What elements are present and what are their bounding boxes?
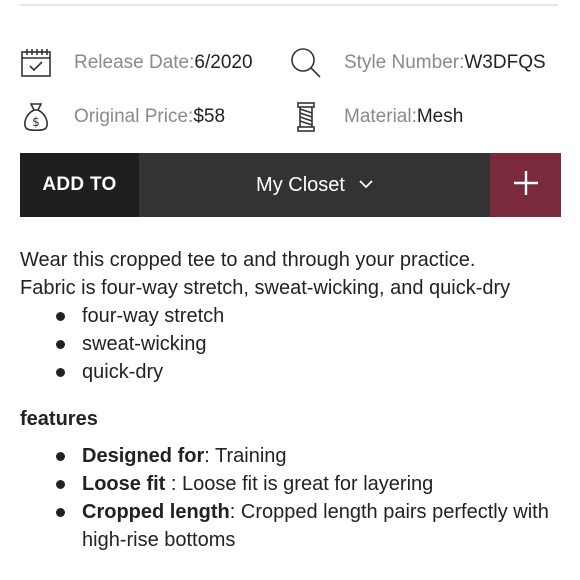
meta-row: $ Original Price: $58 Material: Mesh — [20, 90, 560, 144]
add-to-label: ADD TO — [20, 153, 139, 217]
list-item: sweat-wicking — [20, 330, 565, 358]
search-icon — [290, 47, 322, 79]
feature-name: Cropped length — [82, 501, 230, 523]
release-date-label: Release Date: — [74, 52, 195, 73]
material: Material: Mesh — [290, 101, 560, 133]
list-item: Designed for: Training — [20, 442, 565, 470]
top-divider — [20, 4, 558, 6]
plus-icon — [513, 170, 539, 201]
thread-spool-icon — [290, 101, 322, 133]
add-button[interactable] — [490, 153, 561, 217]
style-number: Style Number: W3DFQS — [290, 47, 560, 79]
meta-row: Release Date: 6/2020 Style Number: W3DFQ… — [20, 36, 560, 90]
original-price-value: $58 — [193, 106, 226, 127]
list-item: four-way stretch — [20, 302, 565, 330]
svg-text:$: $ — [32, 115, 40, 129]
features-section: Designed for: Training Loose fit : Loose… — [20, 442, 565, 554]
list-item: Cropped length: Cropped length pairs per… — [20, 498, 565, 554]
feature-name: Designed for — [82, 445, 205, 467]
style-number-value: W3DFQS — [464, 52, 546, 73]
features-list: Designed for: Training Loose fit : Loose… — [20, 442, 565, 554]
description-line: Wear this cropped tee to and through you… — [20, 249, 476, 271]
feature-text: : Loose fit is great for layering — [165, 473, 434, 495]
feature-text: : Training — [204, 445, 287, 467]
release-date-value: 6/2020 — [194, 52, 253, 73]
release-date: Release Date: 6/2020 — [20, 47, 290, 79]
calendar-icon — [20, 47, 52, 79]
list-item: Loose fit : Loose fit is great for layer… — [20, 470, 565, 498]
original-price-label: Original Price: — [74, 106, 194, 127]
original-price: $ Original Price: $58 — [20, 101, 290, 133]
features-heading: features — [20, 408, 98, 430]
style-number-label: Style Number: — [344, 52, 465, 73]
chevron-down-icon — [359, 176, 373, 192]
closet-dropdown-value: My Closet — [256, 173, 345, 196]
money-bag-icon: $ — [20, 101, 52, 133]
product-meta: Release Date: 6/2020 Style Number: W3DFQ… — [20, 36, 560, 144]
description-bullets: four-way stretch sweat-wicking quick-dry — [20, 302, 565, 386]
add-to-closet-bar: ADD TO My Closet — [20, 153, 561, 217]
product-description: Wear this cropped tee to and through you… — [20, 246, 565, 386]
material-label: Material: — [344, 106, 417, 127]
material-value: Mesh — [416, 106, 464, 127]
list-item: quick-dry — [20, 358, 565, 386]
feature-name: Loose fit — [82, 473, 166, 495]
description-line: Fabric is four-way stretch, sweat-wickin… — [20, 277, 511, 299]
closet-dropdown[interactable]: My Closet — [139, 153, 490, 217]
